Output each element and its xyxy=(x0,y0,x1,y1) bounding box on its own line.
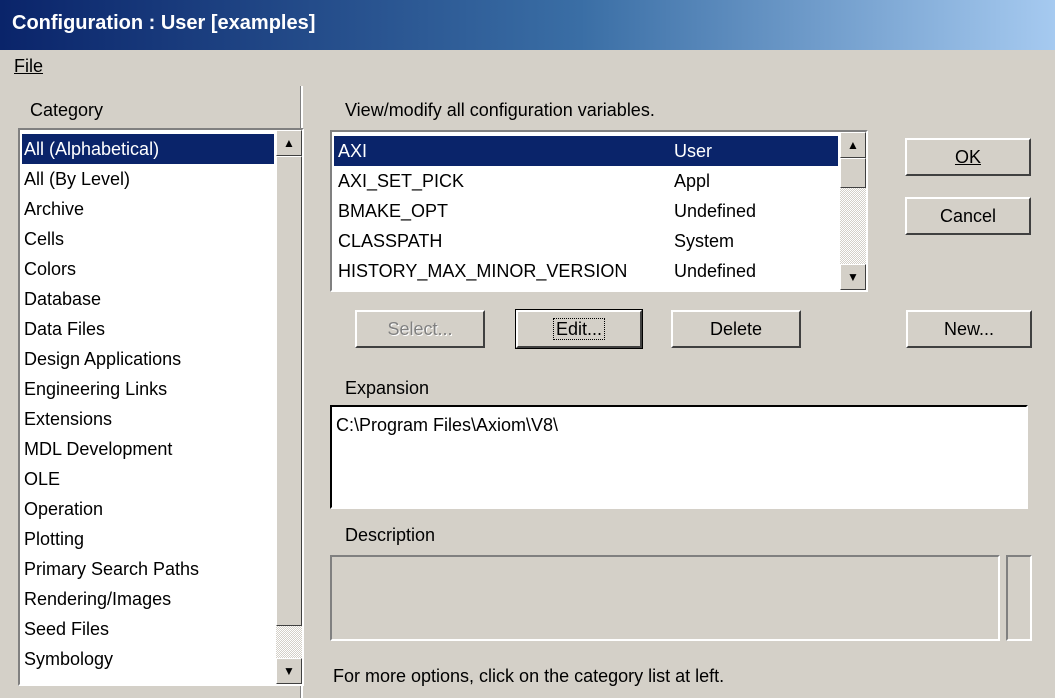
new-button-label: New... xyxy=(943,319,995,339)
scroll-up-icon[interactable]: ▲ xyxy=(276,130,302,156)
cancel-button-label: Cancel xyxy=(939,206,997,226)
description-box xyxy=(330,555,1000,641)
variable-name: BMAKE_OPT xyxy=(338,201,449,221)
ok-button[interactable]: OK xyxy=(905,138,1031,176)
variable-level: Appl xyxy=(674,171,711,191)
delete-button[interactable]: Delete xyxy=(671,310,801,348)
scroll-thumb[interactable] xyxy=(840,158,866,188)
menu-file[interactable]: File xyxy=(14,56,43,77)
ok-button-label: OK xyxy=(954,147,981,167)
category-item[interactable]: All (By Level) xyxy=(22,164,274,194)
scroll-down-icon[interactable]: ▼ xyxy=(840,264,866,290)
variables-scrollbar[interactable]: ▲ ▼ xyxy=(840,132,866,290)
variable-name: HISTORY_MAX_MINOR_VERSION xyxy=(338,261,628,281)
category-item[interactable]: Extensions xyxy=(22,404,274,434)
scroll-thumb[interactable] xyxy=(276,156,302,626)
category-scrollbar[interactable]: ▲ ▼ xyxy=(276,130,302,684)
variable-row[interactable]: AXI User xyxy=(334,136,838,166)
select-button-label: Select... xyxy=(387,319,453,339)
edit-button[interactable]: Edit... xyxy=(515,309,643,349)
category-item[interactable]: Data Files xyxy=(22,314,274,344)
description-label: Description xyxy=(345,525,436,545)
title-bar: Configuration : User [examples] xyxy=(0,0,1055,50)
description-scroll-area xyxy=(1006,555,1032,641)
footer-hint: For more options, click on the category … xyxy=(333,666,725,686)
category-item[interactable]: Engineering Links xyxy=(22,374,274,404)
variables-list[interactable]: AXI User AXI_SET_PICK Appl BMAKE_OPT Undefine… xyxy=(330,130,868,292)
delete-button-label: Delete xyxy=(709,319,763,339)
variable-level: User xyxy=(674,141,713,161)
category-item[interactable]: All (Alphabetical) xyxy=(22,134,274,164)
variable-name: AXI_SET_PICK xyxy=(338,171,465,191)
expansion-value: C:\Program Files\Axiom\V8\ xyxy=(336,415,559,435)
variable-level: Undefined xyxy=(674,261,757,281)
category-item[interactable]: Cells xyxy=(22,224,274,254)
expansion-label: Expansion xyxy=(345,378,430,398)
variable-level: System xyxy=(674,231,735,251)
category-list[interactable]: All (Alphabetical) All (By Level) Archive C… xyxy=(18,128,304,686)
variable-row[interactable]: BMAKE_OPT Undefined xyxy=(334,196,838,226)
expansion-field[interactable]: C:\Program Files\Axiom\V8\ xyxy=(330,405,1028,509)
window-title: Configuration : User [examples] xyxy=(12,12,316,34)
edit-button-label: Edit... xyxy=(552,318,606,340)
scroll-down-icon[interactable]: ▼ xyxy=(276,658,302,684)
cancel-button[interactable]: Cancel xyxy=(905,197,1031,235)
variable-row[interactable]: AXI_SET_PICK Appl xyxy=(334,166,838,196)
variables-rows: AXI User AXI_SET_PICK Appl BMAKE_OPT Undefine… xyxy=(334,136,838,286)
menu-bar: File xyxy=(0,50,1055,86)
category-items: All (Alphabetical) All (By Level) Archive C… xyxy=(22,134,274,674)
variables-header: View/modify all configuration variables. xyxy=(345,100,655,120)
category-item[interactable]: Colors xyxy=(22,254,274,284)
variable-level: Undefined xyxy=(674,201,757,221)
select-button[interactable]: Select... xyxy=(355,310,485,348)
category-item[interactable]: Seed Files xyxy=(22,614,274,644)
variable-name: CLASSPATH xyxy=(338,231,443,251)
category-item[interactable]: Design Applications xyxy=(22,344,274,374)
category-label: Category xyxy=(30,100,104,120)
category-item[interactable]: Primary Search Paths xyxy=(22,554,274,584)
category-item[interactable]: MDL Development xyxy=(22,434,274,464)
new-button[interactable]: New... xyxy=(906,310,1032,348)
category-item[interactable]: Rendering/Images xyxy=(22,584,274,614)
category-item[interactable]: Archive xyxy=(22,194,274,224)
variable-row[interactable]: HISTORY_MAX_MINOR_VERSION Undefined xyxy=(334,256,838,286)
category-item[interactable]: OLE xyxy=(22,464,274,494)
variable-name: AXI xyxy=(338,141,368,161)
category-item[interactable]: Operation xyxy=(22,494,274,524)
variable-row[interactable]: CLASSPATH System xyxy=(334,226,838,256)
category-item[interactable]: Database xyxy=(22,284,274,314)
menu-file-label: File xyxy=(14,56,44,76)
category-item[interactable]: Symbology xyxy=(22,644,274,674)
scroll-up-icon[interactable]: ▲ xyxy=(840,132,866,158)
category-item[interactable]: Plotting xyxy=(22,524,274,554)
